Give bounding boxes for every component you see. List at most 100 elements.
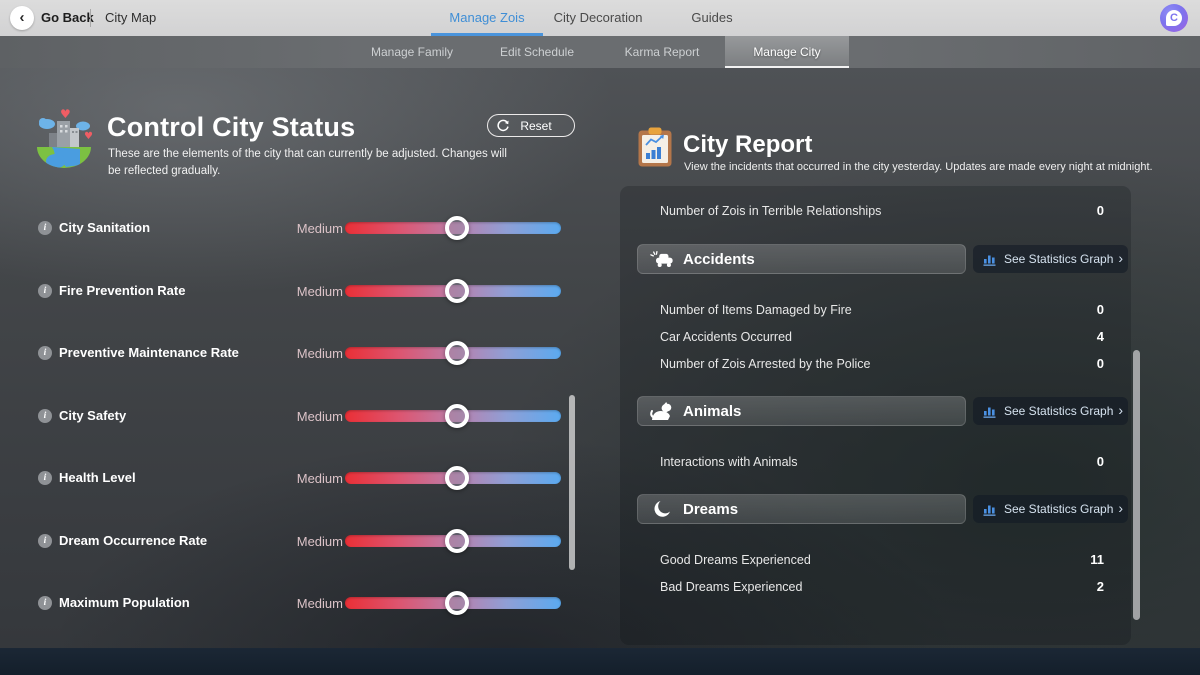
city-report-description: View the incidents that occurred in the …: [684, 161, 1153, 173]
bar-chart-icon: [983, 253, 997, 266]
car-crash-icon: [650, 250, 674, 268]
city-map-button[interactable]: City Map: [105, 0, 156, 36]
slider-handle[interactable]: [445, 466, 470, 490]
row-label: Interactions with Animals: [660, 454, 798, 469]
subtab-manage-city[interactable]: Manage City: [725, 36, 849, 68]
info-icon[interactable]: i: [38, 596, 52, 610]
report-row: Number of Zois in Terrible Relationships…: [660, 202, 1104, 219]
info-icon[interactable]: i: [38, 408, 52, 423]
slider-handle[interactable]: [445, 278, 470, 303]
go-back-label[interactable]: Go Back: [41, 0, 94, 36]
reset-label: Reset: [520, 118, 552, 133]
slider-value: Medium: [296, 596, 343, 611]
row-value: 0: [1096, 203, 1104, 218]
row-label: Bad Dreams Experienced: [660, 579, 803, 594]
row-value: 0: [1096, 356, 1104, 371]
slider-handle[interactable]: [445, 341, 470, 365]
slider-track[interactable]: [345, 591, 561, 615]
slider-value: Medium: [296, 408, 343, 424]
report-row: Bad Dreams Experienced 2: [660, 573, 1104, 600]
left-scrollbar[interactable]: [569, 395, 575, 570]
info-icon[interactable]: i: [38, 533, 52, 548]
slider-value: Medium: [296, 346, 343, 361]
tab-city-decoration[interactable]: City Decoration: [540, 0, 656, 36]
report-row: Number of Zois Arrested by the Police 0: [660, 350, 1104, 377]
section-header-accidents: Accidents: [637, 244, 966, 274]
report-clipboard-icon: [637, 126, 673, 173]
slider-row: i City Safety Medium: [0, 401, 600, 431]
slider-handle[interactable]: [445, 403, 470, 428]
subtab-manage-family[interactable]: Manage Family: [350, 36, 474, 68]
slider-row: i Maximum Population Medium: [0, 588, 600, 618]
right-scrollbar[interactable]: [1133, 350, 1140, 620]
slider-handle[interactable]: [445, 216, 470, 240]
info-icon[interactable]: i: [38, 283, 52, 298]
moon-icon: [650, 500, 674, 518]
info-icon[interactable]: i: [38, 346, 52, 360]
tab-guides[interactable]: Guides: [680, 0, 744, 36]
avatar[interactable]: C: [1160, 4, 1188, 32]
slider-handle[interactable]: [445, 591, 470, 615]
svg-text:♥: ♥: [84, 131, 93, 142]
chevron-left-icon: ‹: [19, 8, 25, 26]
slider-handle[interactable]: [445, 528, 470, 553]
control-city-status-description: These are the elements of the city that …: [108, 148, 507, 178]
slider-row: i Dream Occurrence Rate Medium: [0, 526, 600, 556]
city-report-title: City Report: [683, 131, 813, 158]
slider-track[interactable]: [345, 466, 561, 490]
cat-icon: [650, 401, 674, 421]
row-label: Car Accidents Occurred: [660, 329, 792, 344]
see-statistics-graph-label: See Statistics Graph: [1004, 404, 1114, 418]
report-row: Number of Items Damaged by Fire 0: [660, 296, 1104, 323]
subtab-karma-report[interactable]: Karma Report: [600, 36, 724, 68]
slider-value: Medium: [296, 533, 343, 549]
reset-button[interactable]: Reset: [487, 114, 575, 137]
row-value: 0: [1096, 302, 1104, 317]
info-icon[interactable]: i: [38, 471, 52, 485]
subtab-edit-schedule[interactable]: Edit Schedule: [475, 36, 599, 68]
go-back-button[interactable]: ‹: [10, 6, 34, 30]
row-value: 11: [1090, 552, 1104, 567]
slider-label: Health Level: [59, 470, 136, 485]
row-label: Number of Zois in Terrible Relationships: [660, 203, 882, 218]
reset-icon: [497, 119, 510, 132]
slider-label: City Sanitation: [59, 220, 151, 235]
see-statistics-graph-button-animals[interactable]: See Statistics Graph ›: [973, 397, 1128, 425]
game-screen: ‹ Go Back City Map Manage Zois City Deco…: [0, 0, 1200, 675]
see-statistics-graph-button-accidents[interactable]: See Statistics Graph ›: [973, 245, 1128, 273]
row-value: 4: [1096, 329, 1104, 344]
tab-manage-zois[interactable]: Manage Zois: [430, 0, 544, 36]
slider-label: Preventive Maintenance Rate: [59, 345, 239, 360]
slider-track[interactable]: [345, 341, 561, 365]
row-label: Number of Items Damaged by Fire: [660, 302, 852, 317]
slider-value: Medium: [296, 221, 343, 236]
dreams-rows: Good Dreams Experienced 11 Bad Dreams Expe…: [660, 546, 1104, 600]
slider-value: Medium: [296, 283, 343, 299]
slider-value: Medium: [296, 471, 343, 486]
section-title: Dreams: [683, 500, 739, 518]
avatar-letter: C: [1166, 10, 1182, 26]
sub-tab-bar: Manage Family Edit Schedule Karma Report…: [0, 36, 1200, 68]
see-statistics-graph-button-dreams[interactable]: See Statistics Graph ›: [973, 495, 1128, 523]
report-row: Good Dreams Experienced 11: [660, 546, 1104, 573]
section-header-animals: Animals: [637, 396, 966, 426]
slider-track[interactable]: [345, 216, 561, 240]
slider-track[interactable]: [345, 278, 561, 303]
row-value: 0: [1096, 454, 1104, 469]
slider-row: i Fire Prevention Rate Medium: [0, 276, 600, 306]
slider-label: City Safety: [59, 407, 127, 423]
chevron-right-icon: ›: [1118, 402, 1124, 418]
slider-row: i Health Level Medium: [0, 463, 600, 493]
globe-city-icon: ♥ ♥: [34, 105, 94, 174]
slider-track[interactable]: [345, 528, 561, 553]
chevron-right-icon: ›: [1118, 250, 1124, 266]
section-title: Accidents: [683, 250, 755, 268]
slider-row: i Preventive Maintenance Rate Medium: [0, 338, 600, 368]
slider-track[interactable]: [345, 403, 561, 428]
info-icon[interactable]: i: [38, 221, 52, 235]
bar-chart-icon: [983, 503, 997, 516]
see-statistics-graph-label: See Statistics Graph: [1004, 502, 1114, 516]
bottom-bar: [0, 648, 1200, 675]
section-header-dreams: Dreams: [637, 494, 966, 524]
divider: [90, 9, 91, 27]
